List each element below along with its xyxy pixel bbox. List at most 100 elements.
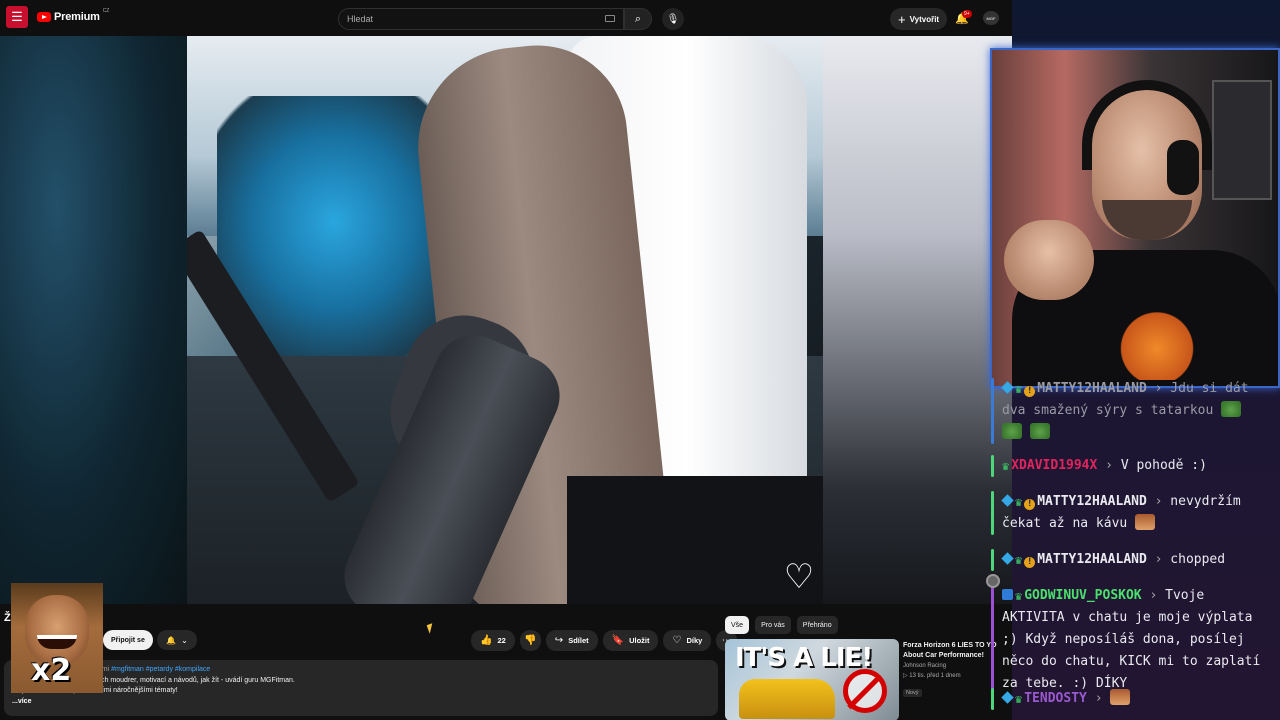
- show-more-link[interactable]: ...více: [12, 697, 710, 708]
- logo-text: Premium: [54, 11, 100, 23]
- chat-message: ♛! MATTY12HAALAND › chopped: [990, 549, 1268, 571]
- og-badge-icon: ♛: [1015, 382, 1023, 396]
- chat-message: ♛ GODWINUV_POSKOK › Tvoje AKTIVITA v chat…: [990, 585, 1268, 695]
- video-frame[interactable]: [187, 36, 823, 604]
- chat-message-bar: [991, 688, 994, 710]
- chat-message-bar: [991, 585, 994, 695]
- dislike-button[interactable]: 👎: [519, 630, 541, 651]
- like-count: 22: [497, 636, 506, 645]
- scroll-handle[interactable]: [986, 574, 1000, 588]
- og-badge-icon: ♛: [1015, 495, 1023, 509]
- chat-message-bar: [991, 455, 994, 477]
- recommended-thumbnail[interactable]: IT'S A LIE!: [725, 639, 899, 720]
- subscribe-bell-button[interactable]: 🔔 ⌄: [157, 630, 197, 650]
- face-emote-icon: [1135, 514, 1156, 530]
- menu-icon[interactable]: ☰: [6, 6, 28, 28]
- chat-username: GODWINUV_POSKOK: [1024, 588, 1142, 603]
- recommended-info: Forza Horizon 6 LIES TO YOU About Car Pe…: [903, 641, 997, 699]
- save-label: Uložit: [629, 636, 650, 645]
- thumb-down-icon: 👎: [524, 635, 537, 646]
- chat-message-bar: [991, 378, 994, 444]
- description-tags[interactable]: #mgfitman #petardy #kompilace: [111, 666, 210, 673]
- og-badge-icon: ♛: [1015, 553, 1023, 567]
- create-label: Vytvořit: [909, 14, 940, 24]
- verified-badge-icon: [1001, 691, 1014, 704]
- chat-text: chopped: [1170, 552, 1226, 567]
- country-code: CZ: [102, 8, 110, 14]
- thanks-button[interactable]: ♡ Díky: [663, 630, 712, 651]
- ambient-blur-right: [822, 36, 1012, 604]
- join-button[interactable]: Připojit se: [103, 630, 153, 650]
- chat-message: ♛ TENDOSTY ›: [990, 688, 1268, 710]
- search-box[interactable]: [338, 8, 624, 30]
- video-details: Ž...NA! Připojit se 🔔 ⌄ 👍 22 👎 ↪ Sdílet: [0, 604, 1012, 720]
- recommended-channel[interactable]: Johnson Racing: [903, 661, 997, 671]
- description-box[interactable]: ...ami #mgfitman #petardy #kompilace Pát…: [4, 660, 718, 716]
- chat-username: MATTY12HAALAND: [1037, 552, 1147, 567]
- search-icon: ⌕: [634, 12, 642, 25]
- share-button[interactable]: ↪ Sdílet: [545, 630, 598, 651]
- highlight-badge-icon: [1002, 589, 1013, 600]
- verified-badge-icon: [1001, 381, 1014, 394]
- create-button[interactable]: + Vytvořit: [890, 8, 948, 30]
- chat-username: TENDOSTY: [1024, 691, 1087, 706]
- chat-text: V pohodě :): [1120, 458, 1207, 473]
- webcam-feed: [990, 48, 1280, 388]
- share-label: Sdílet: [568, 636, 589, 645]
- chat-username: XDAVID1994X: [1011, 458, 1098, 473]
- thumbnail-headline: IT'S A LIE!: [735, 643, 873, 673]
- like-button[interactable]: 👍 22: [471, 630, 515, 651]
- bookmark-icon: 🔖: [611, 635, 625, 646]
- save-button[interactable]: 🔖 Uložit: [602, 630, 659, 651]
- voice-search-button[interactable]: 🎙: [662, 8, 684, 30]
- search-button[interactable]: ⌕: [624, 8, 652, 30]
- webcam-person-hand: [1004, 220, 1094, 300]
- gold-badge-icon: !: [1024, 557, 1036, 568]
- recommended-title-line-2[interactable]: About Car Performance!: [903, 651, 997, 661]
- top-bar: ☰ Premium CZ ⌕ 🎙 + Vytvořit 🔔 9+ MGF: [0, 0, 1012, 36]
- recommended-video[interactable]: IT'S A LIE! Forza Horizon 6 LIES TO YOU …: [725, 639, 997, 720]
- pepe-emote-icon: [1002, 423, 1022, 439]
- plus-icon: +: [898, 11, 906, 27]
- chat-message: ♛ XDAVID1994X › V pohodě :): [990, 455, 1268, 477]
- chat-text: Tvoje AKTIVITA v chatu je moje výplata ;…: [1002, 588, 1261, 691]
- headset-earcup: [1167, 140, 1199, 195]
- verified-badge-icon: [1001, 494, 1014, 507]
- description-line-1: Páteč... ...x ...mpilace životních moudr…: [12, 676, 295, 684]
- thumb-up-icon: 👍: [480, 635, 493, 646]
- notification-count-badge: 9+: [962, 10, 972, 18]
- chat-message: ♛! MATTY12HAALAND › Jdu si dát dva smažen…: [990, 378, 1268, 444]
- heart-icon[interactable]: ♡: [780, 558, 818, 596]
- chat-username: MATTY12HAALAND: [1037, 494, 1147, 509]
- og-badge-icon: ♛: [1002, 459, 1010, 473]
- recommended-title[interactable]: Forza Horizon 6 LIES TO YOU: [903, 641, 997, 651]
- thumbnail-car: [739, 679, 835, 719]
- share-icon: ↪: [554, 635, 564, 646]
- description-line-2: Užijte ...hové video před dalšími náročn…: [12, 687, 178, 694]
- chat-message-bar: [991, 549, 994, 571]
- recommended-stats: ▷ 13 tis. před 1 dnem: [903, 673, 961, 679]
- search-input[interactable]: [339, 9, 623, 29]
- chat-message: ♛! MATTY12HAALAND › nevydržím čekat až na…: [990, 491, 1268, 535]
- pepe-emote-icon: [1221, 401, 1242, 417]
- face-emote-icon: [1110, 689, 1131, 705]
- chip-watched[interactable]: Přehráno: [796, 616, 838, 634]
- thanks-label: Díky: [686, 636, 703, 645]
- webcam-shelf: [1212, 80, 1272, 200]
- heart-dollar-icon: ♡: [672, 635, 682, 646]
- prohibited-icon: [843, 669, 887, 713]
- chip-all[interactable]: Vše: [725, 616, 750, 634]
- pepe-emote-icon: [1029, 423, 1050, 439]
- account-avatar[interactable]: MGF: [983, 11, 999, 25]
- youtube-window: ☰ Premium CZ ⌕ 🎙 + Vytvořit 🔔 9+ MGF: [0, 0, 1012, 720]
- screen: ☰ Premium CZ ⌕ 🎙 + Vytvořit 🔔 9+ MGF: [0, 0, 1280, 720]
- og-badge-icon: ♛: [1015, 692, 1023, 706]
- chip-for-you[interactable]: Pro vás: [755, 616, 791, 634]
- keyboard-icon[interactable]: [605, 15, 615, 22]
- chat-overlay: ♛! MATTY12HAALAND › Jdu si dát dva smažen…: [990, 378, 1280, 720]
- video-player[interactable]: ♡: [0, 36, 1012, 604]
- youtube-logo[interactable]: Premium CZ: [37, 8, 110, 23]
- verified-badge-icon: [1001, 552, 1014, 565]
- chat-username: MATTY12HAALAND: [1037, 381, 1147, 396]
- gold-badge-icon: !: [1024, 386, 1036, 397]
